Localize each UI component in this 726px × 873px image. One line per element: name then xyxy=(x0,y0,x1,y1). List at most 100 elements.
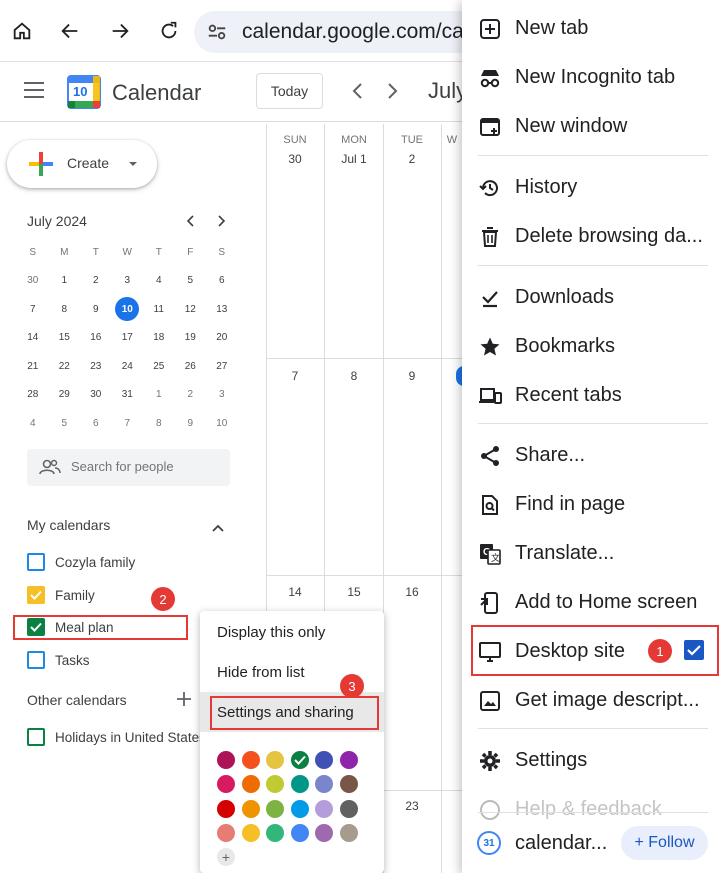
menu-item-translate[interactable]: G 文 Translate... xyxy=(462,529,726,578)
mini-day[interactable]: 1 xyxy=(143,381,175,410)
color-swatch[interactable] xyxy=(315,823,333,842)
next-period-icon[interactable] xyxy=(384,82,400,105)
color-swatch[interactable] xyxy=(217,799,235,818)
mini-day[interactable]: 5 xyxy=(175,267,207,296)
calendar-item-holidays[interactable]: Holidays in United States xyxy=(27,727,206,747)
menu-item-find[interactable]: Find in page xyxy=(462,480,726,529)
forward-icon[interactable] xyxy=(103,14,137,48)
mini-day[interactable]: 1 xyxy=(49,267,81,296)
mini-next-icon[interactable] xyxy=(215,214,227,233)
checkbox[interactable] xyxy=(27,586,45,604)
mini-day[interactable]: 31 xyxy=(112,381,144,410)
color-swatch[interactable] xyxy=(315,799,333,818)
mini-prev-icon[interactable] xyxy=(185,214,197,233)
mini-day[interactable]: 30 xyxy=(17,267,49,296)
mini-day[interactable]: 4 xyxy=(143,267,175,296)
color-swatch[interactable] xyxy=(339,751,358,769)
add-calendar-icon[interactable] xyxy=(176,691,192,712)
my-calendars-title[interactable]: My calendars xyxy=(27,517,110,533)
display-this-only-item[interactable]: Display this only xyxy=(200,612,384,652)
mini-day[interactable]: 2 xyxy=(175,381,207,410)
reload-icon[interactable] xyxy=(152,14,186,48)
mini-day[interactable]: 29 xyxy=(49,381,81,410)
menu-item-download[interactable]: Downloads xyxy=(462,273,726,322)
menu-item-plus-box[interactable]: New tab xyxy=(462,4,726,53)
home-icon[interactable] xyxy=(5,14,39,48)
menu-item-incognito[interactable]: New Incognito tab xyxy=(462,53,726,102)
calendar-item-cozyla-family[interactable]: Cozyla family xyxy=(27,552,135,572)
color-swatch[interactable] xyxy=(217,775,235,794)
menu-item-history[interactable]: History xyxy=(462,163,726,212)
color-swatch[interactable] xyxy=(266,751,284,769)
color-swatch[interactable] xyxy=(339,799,358,818)
date-cell[interactable]: 14 xyxy=(266,585,324,599)
mini-day[interactable]: 6 xyxy=(206,267,238,296)
color-swatch[interactable] xyxy=(217,823,235,842)
mini-day[interactable]: 15 xyxy=(49,324,81,353)
calendar-item-tasks[interactable]: Tasks xyxy=(27,650,90,670)
mini-day[interactable]: 10 xyxy=(206,409,238,438)
search-people-input[interactable]: Search for people xyxy=(27,449,230,486)
checkbox[interactable] xyxy=(27,651,45,669)
date-cell[interactable]: 8 xyxy=(325,369,383,383)
date-cell[interactable]: 9 xyxy=(383,369,441,383)
mini-day[interactable]: 19 xyxy=(175,324,207,353)
day-header-mon[interactable]: MON Jul 1 xyxy=(325,134,383,166)
mini-day[interactable]: 7 xyxy=(17,295,49,324)
mini-day[interactable]: 8 xyxy=(143,409,175,438)
color-swatch[interactable] xyxy=(339,775,358,794)
color-swatch[interactable] xyxy=(315,775,333,794)
mini-day[interactable]: 5 xyxy=(49,409,81,438)
color-swatch[interactable] xyxy=(290,799,309,818)
checkbox[interactable] xyxy=(27,728,45,746)
custom-color-icon[interactable]: + xyxy=(217,848,235,866)
mini-day[interactable]: 27 xyxy=(206,352,238,381)
date-cell[interactable]: 7 xyxy=(266,369,324,383)
create-button[interactable]: Create xyxy=(7,140,157,188)
site-settings-icon[interactable] xyxy=(206,21,228,48)
mini-day[interactable]: 3 xyxy=(112,267,144,296)
mini-day[interactable]: 8 xyxy=(49,295,81,324)
menu-item-new-window[interactable]: New window xyxy=(462,102,726,151)
day-header-tue[interactable]: TUE 2 xyxy=(383,134,441,166)
color-swatch[interactable] xyxy=(241,799,260,818)
mini-day[interactable]: 12 xyxy=(175,295,207,324)
mini-day[interactable]: 20 xyxy=(206,324,238,353)
collapse-icon[interactable] xyxy=(211,520,225,538)
menu-item-devices[interactable]: Recent tabs xyxy=(462,371,726,420)
mini-day[interactable]: 14 xyxy=(17,324,49,353)
date-cell[interactable]: 16 xyxy=(383,585,441,599)
mini-day[interactable]: 30 xyxy=(80,381,112,410)
mini-day[interactable]: 4 xyxy=(17,409,49,438)
color-swatch[interactable] xyxy=(266,823,284,842)
color-swatch[interactable] xyxy=(241,823,260,842)
date-cell[interactable]: 23 xyxy=(383,799,441,813)
prev-period-icon[interactable] xyxy=(350,82,366,105)
menu-item-share[interactable]: Share... xyxy=(462,431,726,480)
address-bar[interactable]: calendar.google.com/ca xyxy=(194,11,494,53)
mini-day[interactable]: 7 xyxy=(112,409,144,438)
checkbox[interactable] xyxy=(27,553,45,571)
menu-item-add-home[interactable]: Add to Home screen xyxy=(462,578,726,627)
mini-day[interactable]: 9 xyxy=(80,295,112,324)
date-cell[interactable]: 15 xyxy=(325,585,383,599)
mini-day[interactable]: 13 xyxy=(206,295,238,324)
menu-item-image[interactable]: Get image descript... xyxy=(462,676,726,725)
mini-day[interactable]: 21 xyxy=(17,352,49,381)
mini-day[interactable]: 17 xyxy=(112,324,144,353)
color-swatch[interactable] xyxy=(290,823,309,842)
follow-button[interactable]: + Follow xyxy=(621,826,708,860)
mini-day[interactable]: 11 xyxy=(143,295,175,324)
color-swatch[interactable] xyxy=(290,775,309,794)
mini-day[interactable]: 6 xyxy=(80,409,112,438)
main-menu-icon[interactable] xyxy=(24,82,44,98)
menu-item-gear[interactable]: Settings xyxy=(462,736,726,785)
calendar-item-family[interactable]: Family xyxy=(27,585,95,605)
color-swatch[interactable] xyxy=(266,775,284,794)
mini-day[interactable]: 22 xyxy=(49,352,81,381)
back-icon[interactable] xyxy=(53,14,87,48)
color-swatch[interactable] xyxy=(290,751,309,769)
color-swatch[interactable] xyxy=(339,823,358,842)
mini-day[interactable]: 25 xyxy=(143,352,175,381)
color-swatch[interactable] xyxy=(315,751,333,769)
